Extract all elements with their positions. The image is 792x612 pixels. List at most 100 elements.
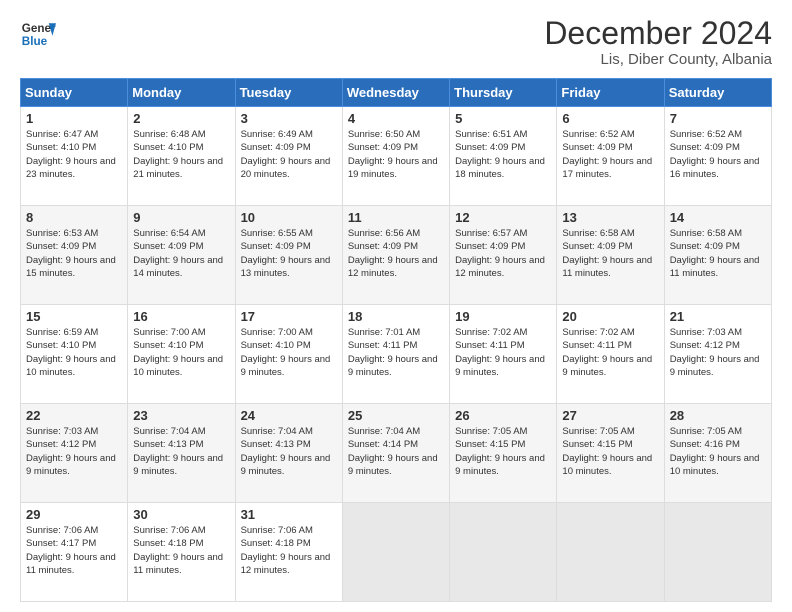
cell-info: Sunrise: 6:52 AMSunset: 4:09 PMDaylight:…	[562, 129, 652, 180]
calendar-cell	[557, 503, 664, 602]
cell-info: Sunrise: 7:01 AMSunset: 4:11 PMDaylight:…	[348, 327, 438, 378]
col-monday: Monday	[128, 79, 235, 107]
day-number: 2	[133, 111, 229, 126]
day-number: 7	[670, 111, 766, 126]
calendar-week-row: 22 Sunrise: 7:03 AMSunset: 4:12 PMDaylig…	[21, 404, 772, 503]
cell-info: Sunrise: 7:05 AMSunset: 4:15 PMDaylight:…	[562, 426, 652, 477]
cell-info: Sunrise: 6:54 AMSunset: 4:09 PMDaylight:…	[133, 228, 223, 279]
calendar-cell: 22 Sunrise: 7:03 AMSunset: 4:12 PMDaylig…	[21, 404, 128, 503]
cell-info: Sunrise: 7:04 AMSunset: 4:13 PMDaylight:…	[133, 426, 223, 477]
calendar-cell	[342, 503, 449, 602]
day-number: 6	[562, 111, 658, 126]
cell-info: Sunrise: 7:02 AMSunset: 4:11 PMDaylight:…	[562, 327, 652, 378]
col-thursday: Thursday	[450, 79, 557, 107]
day-number: 8	[26, 210, 122, 225]
calendar-cell: 24 Sunrise: 7:04 AMSunset: 4:13 PMDaylig…	[235, 404, 342, 503]
calendar-cell: 30 Sunrise: 7:06 AMSunset: 4:18 PMDaylig…	[128, 503, 235, 602]
day-number: 3	[241, 111, 337, 126]
cell-info: Sunrise: 6:52 AMSunset: 4:09 PMDaylight:…	[670, 129, 760, 180]
subtitle: Lis, Diber County, Albania	[544, 51, 772, 68]
cell-info: Sunrise: 6:49 AMSunset: 4:09 PMDaylight:…	[241, 129, 331, 180]
page: General Blue December 2024 Lis, Diber Co…	[0, 0, 792, 612]
day-number: 14	[670, 210, 766, 225]
svg-text:Blue: Blue	[22, 35, 48, 48]
day-number: 1	[26, 111, 122, 126]
calendar-cell: 28 Sunrise: 7:05 AMSunset: 4:16 PMDaylig…	[664, 404, 771, 503]
calendar-cell: 15 Sunrise: 6:59 AMSunset: 4:10 PMDaylig…	[21, 305, 128, 404]
day-number: 9	[133, 210, 229, 225]
calendar-cell: 1 Sunrise: 6:47 AMSunset: 4:10 PMDayligh…	[21, 107, 128, 206]
calendar-week-row: 15 Sunrise: 6:59 AMSunset: 4:10 PMDaylig…	[21, 305, 772, 404]
day-number: 23	[133, 408, 229, 423]
col-sunday: Sunday	[21, 79, 128, 107]
cell-info: Sunrise: 6:55 AMSunset: 4:09 PMDaylight:…	[241, 228, 331, 279]
calendar-cell: 13 Sunrise: 6:58 AMSunset: 4:09 PMDaylig…	[557, 206, 664, 305]
calendar-cell: 4 Sunrise: 6:50 AMSunset: 4:09 PMDayligh…	[342, 107, 449, 206]
day-number: 5	[455, 111, 551, 126]
calendar-cell: 31 Sunrise: 7:06 AMSunset: 4:18 PMDaylig…	[235, 503, 342, 602]
day-number: 31	[241, 507, 337, 522]
day-number: 11	[348, 210, 444, 225]
cell-info: Sunrise: 7:04 AMSunset: 4:14 PMDaylight:…	[348, 426, 438, 477]
cell-info: Sunrise: 7:02 AMSunset: 4:11 PMDaylight:…	[455, 327, 545, 378]
day-number: 15	[26, 309, 122, 324]
col-wednesday: Wednesday	[342, 79, 449, 107]
cell-info: Sunrise: 7:05 AMSunset: 4:16 PMDaylight:…	[670, 426, 760, 477]
day-number: 28	[670, 408, 766, 423]
calendar-cell: 19 Sunrise: 7:02 AMSunset: 4:11 PMDaylig…	[450, 305, 557, 404]
day-number: 13	[562, 210, 658, 225]
calendar-cell: 2 Sunrise: 6:48 AMSunset: 4:10 PMDayligh…	[128, 107, 235, 206]
cell-info: Sunrise: 7:06 AMSunset: 4:17 PMDaylight:…	[26, 525, 116, 576]
cell-info: Sunrise: 6:59 AMSunset: 4:10 PMDaylight:…	[26, 327, 116, 378]
calendar-week-row: 1 Sunrise: 6:47 AMSunset: 4:10 PMDayligh…	[21, 107, 772, 206]
col-friday: Friday	[557, 79, 664, 107]
calendar-cell: 21 Sunrise: 7:03 AMSunset: 4:12 PMDaylig…	[664, 305, 771, 404]
cell-info: Sunrise: 6:50 AMSunset: 4:09 PMDaylight:…	[348, 129, 438, 180]
day-number: 17	[241, 309, 337, 324]
day-number: 19	[455, 309, 551, 324]
cell-info: Sunrise: 6:47 AMSunset: 4:10 PMDaylight:…	[26, 129, 116, 180]
calendar-cell: 23 Sunrise: 7:04 AMSunset: 4:13 PMDaylig…	[128, 404, 235, 503]
title-section: December 2024 Lis, Diber County, Albania	[544, 16, 772, 68]
day-number: 18	[348, 309, 444, 324]
day-number: 16	[133, 309, 229, 324]
day-number: 24	[241, 408, 337, 423]
cell-info: Sunrise: 6:57 AMSunset: 4:09 PMDaylight:…	[455, 228, 545, 279]
cell-info: Sunrise: 6:51 AMSunset: 4:09 PMDaylight:…	[455, 129, 545, 180]
day-number: 12	[455, 210, 551, 225]
calendar-cell: 27 Sunrise: 7:05 AMSunset: 4:15 PMDaylig…	[557, 404, 664, 503]
cell-info: Sunrise: 6:58 AMSunset: 4:09 PMDaylight:…	[562, 228, 652, 279]
day-number: 4	[348, 111, 444, 126]
logo: General Blue	[20, 16, 56, 52]
top-section: General Blue December 2024 Lis, Diber Co…	[20, 16, 772, 68]
calendar-cell: 25 Sunrise: 7:04 AMSunset: 4:14 PMDaylig…	[342, 404, 449, 503]
calendar-cell: 3 Sunrise: 6:49 AMSunset: 4:09 PMDayligh…	[235, 107, 342, 206]
day-number: 29	[26, 507, 122, 522]
cell-info: Sunrise: 7:03 AMSunset: 4:12 PMDaylight:…	[670, 327, 760, 378]
calendar-cell: 9 Sunrise: 6:54 AMSunset: 4:09 PMDayligh…	[128, 206, 235, 305]
cell-info: Sunrise: 7:06 AMSunset: 4:18 PMDaylight:…	[241, 525, 331, 576]
col-tuesday: Tuesday	[235, 79, 342, 107]
col-saturday: Saturday	[664, 79, 771, 107]
cell-info: Sunrise: 6:58 AMSunset: 4:09 PMDaylight:…	[670, 228, 760, 279]
calendar-cell: 5 Sunrise: 6:51 AMSunset: 4:09 PMDayligh…	[450, 107, 557, 206]
calendar-cell: 16 Sunrise: 7:00 AMSunset: 4:10 PMDaylig…	[128, 305, 235, 404]
day-number: 10	[241, 210, 337, 225]
cell-info: Sunrise: 6:48 AMSunset: 4:10 PMDaylight:…	[133, 129, 223, 180]
cell-info: Sunrise: 6:56 AMSunset: 4:09 PMDaylight:…	[348, 228, 438, 279]
cell-info: Sunrise: 7:00 AMSunset: 4:10 PMDaylight:…	[241, 327, 331, 378]
day-number: 26	[455, 408, 551, 423]
calendar-cell	[450, 503, 557, 602]
calendar-cell: 18 Sunrise: 7:01 AMSunset: 4:11 PMDaylig…	[342, 305, 449, 404]
calendar-cell: 20 Sunrise: 7:02 AMSunset: 4:11 PMDaylig…	[557, 305, 664, 404]
calendar-cell: 29 Sunrise: 7:06 AMSunset: 4:17 PMDaylig…	[21, 503, 128, 602]
day-number: 27	[562, 408, 658, 423]
calendar: Sunday Monday Tuesday Wednesday Thursday…	[20, 78, 772, 602]
calendar-cell: 26 Sunrise: 7:05 AMSunset: 4:15 PMDaylig…	[450, 404, 557, 503]
day-number: 22	[26, 408, 122, 423]
cell-info: Sunrise: 7:03 AMSunset: 4:12 PMDaylight:…	[26, 426, 116, 477]
cell-info: Sunrise: 7:06 AMSunset: 4:18 PMDaylight:…	[133, 525, 223, 576]
calendar-cell: 6 Sunrise: 6:52 AMSunset: 4:09 PMDayligh…	[557, 107, 664, 206]
calendar-cell: 7 Sunrise: 6:52 AMSunset: 4:09 PMDayligh…	[664, 107, 771, 206]
main-title: December 2024	[544, 16, 772, 51]
